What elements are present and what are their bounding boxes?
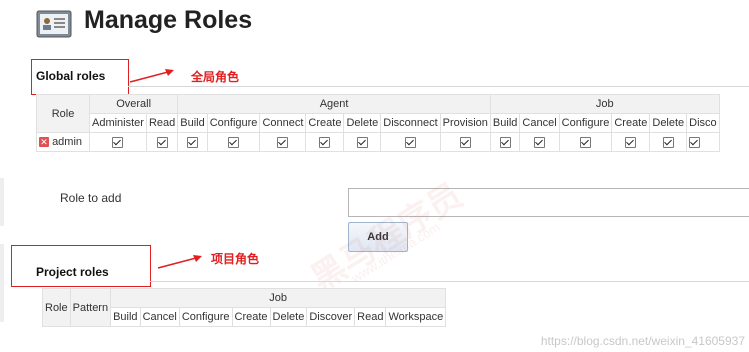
project-pattern-header: Pattern <box>69 288 112 327</box>
checkbox-agent-provision[interactable] <box>459 136 471 148</box>
checkbox-agent-build[interactable] <box>187 136 198 148</box>
left-side-edge <box>0 244 4 322</box>
global-roles-title: Global roles <box>36 69 106 83</box>
group-overall: Overall <box>88 94 179 114</box>
perm-agent-provision: Provision <box>439 113 491 133</box>
perm-agent-connect: Connect <box>259 113 307 133</box>
project-roles-divider <box>150 281 749 282</box>
perm-overall-read: Read <box>145 113 179 133</box>
perm-agent-configure: Configure <box>206 113 261 133</box>
global-roles-table: Role Overall Agent Job Administer Read B… <box>36 94 749 154</box>
checkbox-agent-connect[interactable] <box>277 136 289 148</box>
left-side-edge <box>0 178 4 226</box>
perm-job-create: Create <box>611 113 651 133</box>
project-perm-cancel: Cancel <box>139 307 180 327</box>
group-agent: Agent <box>177 94 491 114</box>
delete-role-icon[interactable]: ✕ <box>39 137 49 148</box>
checkbox-job-cancel[interactable] <box>534 136 546 148</box>
manage-roles-icon <box>36 10 72 38</box>
role-name: admin <box>52 136 83 148</box>
project-perm-build: Build <box>110 307 141 327</box>
project-perm-configure: Configure <box>178 307 233 327</box>
project-roles-table: Role Pattern Job Build Cancel Configure … <box>42 288 447 327</box>
project-roles-callout: 项目角色 <box>211 252 260 266</box>
project-perm-workspace: Workspace <box>385 307 447 327</box>
table-row: ✕ admin <box>36 132 720 152</box>
role-to-add-label: Role to add <box>60 191 122 205</box>
perm-overall-administer: Administer <box>89 113 147 133</box>
perm-agent-build: Build <box>177 113 208 133</box>
global-roles-callout: 全局角色 <box>191 70 240 84</box>
checkbox-job-delete[interactable] <box>662 136 674 148</box>
project-perm-delete: Delete <box>269 307 308 327</box>
perm-job-configure: Configure <box>558 113 613 133</box>
project-callout-arrow <box>156 252 206 277</box>
global-callout-arrow <box>128 66 178 91</box>
checkbox-job-build[interactable] <box>499 136 511 148</box>
checkbox-overall-read[interactable] <box>156 136 168 148</box>
perm-job-cancel: Cancel <box>519 113 560 133</box>
checkbox-overall-administer[interactable] <box>112 136 124 148</box>
perm-job-build: Build <box>489 113 521 133</box>
project-role-header: Role <box>42 288 71 327</box>
page-title: Manage Roles <box>84 6 253 34</box>
role-cell: ✕ admin <box>36 132 90 152</box>
global-roles-divider <box>128 86 749 87</box>
project-perm-create: Create <box>231 307 271 327</box>
perm-agent-disconnect: Disconnect <box>380 113 441 133</box>
checkbox-agent-delete[interactable] <box>356 136 368 148</box>
perm-agent-create: Create <box>305 113 345 133</box>
checkbox-agent-disconnect[interactable] <box>404 136 416 148</box>
checkbox-job-discover[interactable] <box>689 136 701 148</box>
perm-agent-delete: Delete <box>343 113 382 133</box>
project-group-job: Job <box>110 288 447 308</box>
perm-job-discover: Disco <box>686 113 720 133</box>
source-url: https://blog.csdn.net/weixin_41605937 <box>540 334 745 348</box>
checkbox-job-configure[interactable] <box>579 136 591 148</box>
group-job: Job <box>489 94 720 114</box>
checkbox-job-create[interactable] <box>625 136 637 148</box>
add-role-button[interactable]: Add <box>348 222 408 252</box>
project-roles-title: Project roles <box>36 265 109 279</box>
project-perm-discover: Discover <box>306 307 356 327</box>
role-column-header: Role <box>36 94 90 133</box>
perm-job-delete: Delete <box>649 113 688 133</box>
checkbox-agent-configure[interactable] <box>228 136 240 148</box>
role-to-add-input[interactable] <box>348 188 749 217</box>
checkbox-agent-create[interactable] <box>319 136 331 148</box>
project-perm-read: Read <box>354 307 387 327</box>
